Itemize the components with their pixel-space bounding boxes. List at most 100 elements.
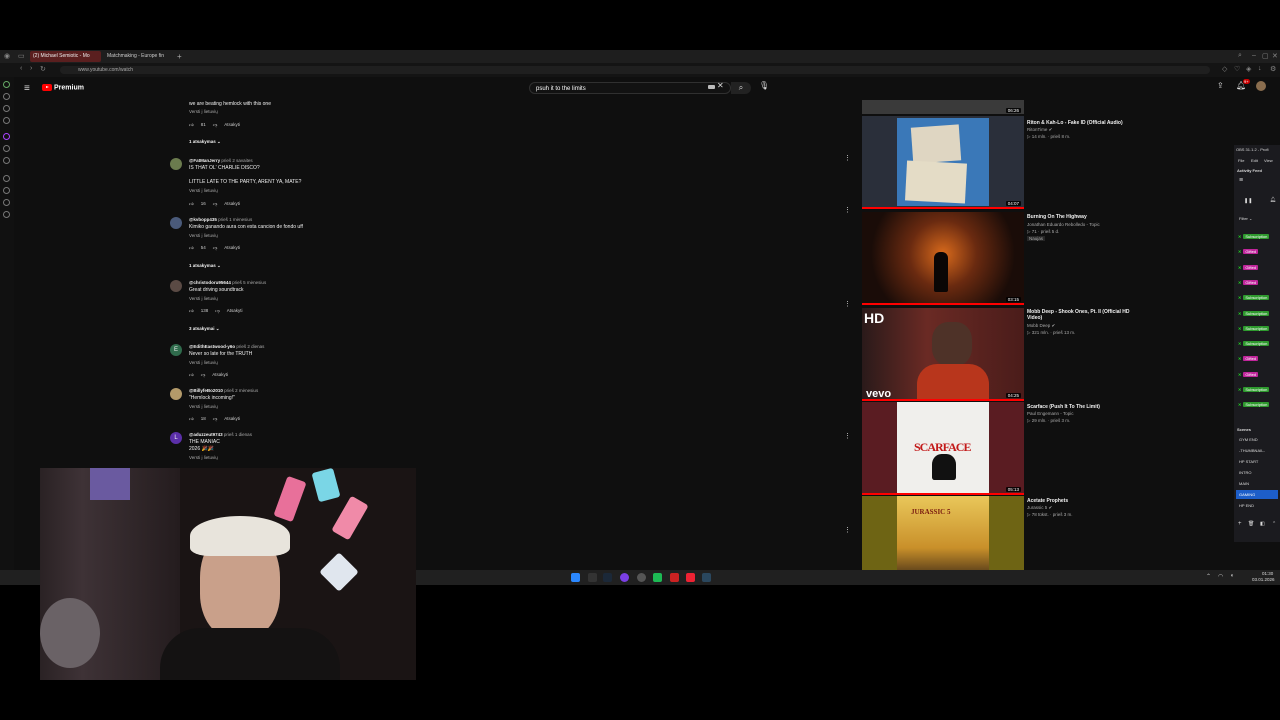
reply-button[interactable]: Atsakyti bbox=[212, 372, 228, 377]
sidebar-app-icon[interactable] bbox=[3, 175, 10, 182]
like-icon[interactable]: 👍︎ bbox=[189, 122, 194, 127]
dislike-icon[interactable]: 👎︎ bbox=[201, 372, 206, 377]
obs-icon[interactable] bbox=[637, 573, 646, 582]
video-item[interactable]: SCARFACE 05:13 Scarface (Push It To The … bbox=[844, 402, 1262, 495]
sidebar-app-icon[interactable] bbox=[3, 81, 10, 88]
feed-item[interactable]: ✕ Subscription bbox=[1238, 341, 1270, 347]
add-scene-icon[interactable]: + bbox=[1238, 521, 1242, 527]
video-thumbnail[interactable]: JURASSIC 5 bbox=[862, 496, 1024, 570]
video-title[interactable]: Acetate Prophets bbox=[1027, 498, 1137, 504]
clear-search-icon[interactable]: ✕ bbox=[717, 81, 724, 90]
comment-author[interactable]: @EdithEastwood-y6o bbox=[189, 344, 235, 349]
obs-menu-edit[interactable]: Edit bbox=[1251, 158, 1258, 163]
translate-link[interactable]: Versti į lietuvių bbox=[189, 233, 218, 238]
replies-toggle[interactable]: 3 atsakymai ⌄ bbox=[189, 326, 220, 332]
opera-icon[interactable] bbox=[670, 573, 679, 582]
feed-item[interactable]: ✕ Subscription bbox=[1238, 325, 1270, 332]
tab-matchmaking[interactable]: Matchmaking - Europe fin bbox=[104, 51, 173, 62]
obs-menu-file[interactable]: File bbox=[1238, 158, 1244, 163]
video-item[interactable]: HD vevo 04:25 Mobb Deep - Shook Ones, Pt… bbox=[844, 301, 1262, 401]
scene-item[interactable]: -THUMBNAIL- bbox=[1236, 446, 1278, 455]
video-item[interactable]: 04:07 Riton & Kah-Lo - Fake ID (Official… bbox=[844, 116, 1262, 209]
dismiss-icon[interactable]: ✕ bbox=[1238, 311, 1241, 316]
start-icon[interactable] bbox=[571, 573, 580, 582]
microphone-icon[interactable]: 🎙︎ bbox=[759, 81, 769, 90]
video-channel[interactable]: Paul Engemann - Topic bbox=[1027, 411, 1073, 416]
video-item[interactable]: 03:15 Burning On The Highway Jonathan Ed… bbox=[844, 207, 1262, 305]
comment-author[interactable]: @BillyfeBo2010 bbox=[189, 388, 223, 393]
avatar[interactable]: L bbox=[170, 432, 182, 444]
avatar[interactable] bbox=[170, 217, 182, 229]
wifi-icon[interactable]: ◠ bbox=[1218, 573, 1223, 580]
translate-link[interactable]: Versti į lietuvių bbox=[189, 296, 218, 301]
minimize-icon[interactable]: – bbox=[1252, 52, 1256, 59]
translate-link[interactable]: Versti į lietuvių bbox=[189, 455, 218, 460]
translate-link[interactable]: Versti į lietuvių bbox=[189, 360, 218, 365]
dismiss-icon[interactable]: ✕ bbox=[1238, 341, 1241, 346]
new-tab-button[interactable]: + bbox=[174, 51, 182, 62]
translate-link[interactable]: Versti į lietuvių bbox=[189, 404, 218, 409]
dislike-icon[interactable]: 👎︎ bbox=[213, 416, 218, 421]
feed-item[interactable]: ✕ Subscription bbox=[1238, 234, 1270, 240]
taskbar-app-icon[interactable] bbox=[686, 573, 695, 582]
dismiss-icon[interactable]: ✕ bbox=[1238, 387, 1241, 392]
steam-icon[interactable] bbox=[603, 573, 612, 582]
like-icon[interactable]: 👍︎ bbox=[189, 201, 194, 206]
avatar[interactable] bbox=[170, 280, 182, 292]
dismiss-icon[interactable]: ✕ bbox=[1238, 295, 1241, 300]
comment-author[interactable]: @christodoru95644 bbox=[189, 280, 231, 285]
pause-icon[interactable]: ❚❚ bbox=[1244, 198, 1252, 204]
browser-menu-icon[interactable]: ◉ bbox=[4, 52, 10, 60]
video-title[interactable]: Scarface (Push It To The Limit) bbox=[1027, 404, 1137, 410]
sidebar-app-icon[interactable] bbox=[3, 93, 10, 100]
scene-item[interactable]: HP START bbox=[1236, 457, 1278, 466]
sidebar-app-icon[interactable] bbox=[3, 145, 10, 152]
video-thumbnail[interactable]: HD vevo 04:25 bbox=[862, 308, 1024, 401]
volume-icon[interactable]: ◖ bbox=[1230, 573, 1234, 579]
maximize-icon[interactable]: ▢ bbox=[1262, 52, 1269, 60]
video-title[interactable]: Mobb Deep - Shook Ones, Pt. II (Official… bbox=[1027, 309, 1137, 321]
keyboard-icon[interactable] bbox=[708, 85, 715, 89]
replies-toggle[interactable]: 1 atsakymas ⌄ bbox=[189, 263, 221, 269]
like-icon[interactable]: 👍︎ bbox=[189, 245, 194, 250]
translate-link[interactable]: Versti į lietuvių bbox=[189, 109, 218, 114]
dismiss-icon[interactable]: ✕ bbox=[1238, 249, 1241, 254]
more-options-icon[interactable]: ⋮ bbox=[844, 154, 851, 162]
translate-link[interactable]: Versti į lietuvių bbox=[189, 188, 218, 193]
feed-item[interactable]: ✕ Gifted bbox=[1238, 371, 1259, 378]
delete-scene-icon[interactable]: 🗑︎ bbox=[1248, 521, 1254, 527]
filter-button[interactable]: Filter ⌄ bbox=[1239, 216, 1252, 221]
dismiss-icon[interactable]: ✕ bbox=[1238, 326, 1241, 331]
video-thumbnail[interactable]: 03:15 bbox=[862, 212, 1024, 305]
more-options-icon[interactable]: ⋮ bbox=[844, 206, 851, 214]
video-item[interactable]: 06:26 bbox=[862, 100, 1262, 114]
youtube-logo[interactable]: Premium bbox=[42, 84, 84, 91]
feed-item[interactable]: ✕ Gifted bbox=[1238, 249, 1259, 255]
sidebar-x-icon[interactable] bbox=[3, 157, 10, 164]
dislike-icon[interactable]: 👎︎ bbox=[213, 245, 218, 250]
like-icon[interactable]: 👍︎ bbox=[189, 308, 194, 313]
reply-button[interactable]: Atsakyti bbox=[224, 201, 240, 206]
like-icon[interactable]: 👍︎ bbox=[189, 372, 194, 377]
reply-button[interactable]: Atsakyti bbox=[224, 416, 240, 421]
comment-author[interactable]: @aduzzeut9743 bbox=[189, 432, 223, 437]
shield-icon[interactable]: ◈ bbox=[1246, 65, 1251, 73]
scene-item[interactable]: MAIN bbox=[1236, 479, 1278, 488]
sidebar-app-icon[interactable] bbox=[3, 105, 10, 112]
dismiss-icon[interactable]: ✕ bbox=[1238, 265, 1241, 270]
reply-button[interactable]: Atsakyti bbox=[227, 308, 243, 313]
bell-icon[interactable]: 🔔︎ bbox=[1270, 197, 1276, 203]
create-icon[interactable]: ⇪ bbox=[1217, 81, 1224, 90]
video-channel[interactable]: Jurassic 5 ✔ bbox=[1027, 505, 1052, 511]
reply-button[interactable]: Atsakyti bbox=[224, 245, 240, 250]
sidebar-app-icon[interactable] bbox=[3, 133, 10, 140]
more-options-icon[interactable]: ⋮ bbox=[844, 300, 851, 308]
bookmark-icon[interactable]: ♡ bbox=[1234, 65, 1240, 73]
menu-icon[interactable]: ≡ bbox=[24, 83, 30, 94]
more-options-icon[interactable]: ⋮ bbox=[844, 432, 851, 440]
sidebar-history-icon[interactable] bbox=[3, 187, 10, 194]
feed-item[interactable]: ✕ Gifted bbox=[1238, 279, 1259, 286]
close-window-icon[interactable]: ✕ bbox=[1272, 52, 1278, 60]
dismiss-icon[interactable]: ✕ bbox=[1238, 402, 1241, 407]
steam-icon[interactable] bbox=[702, 573, 711, 582]
